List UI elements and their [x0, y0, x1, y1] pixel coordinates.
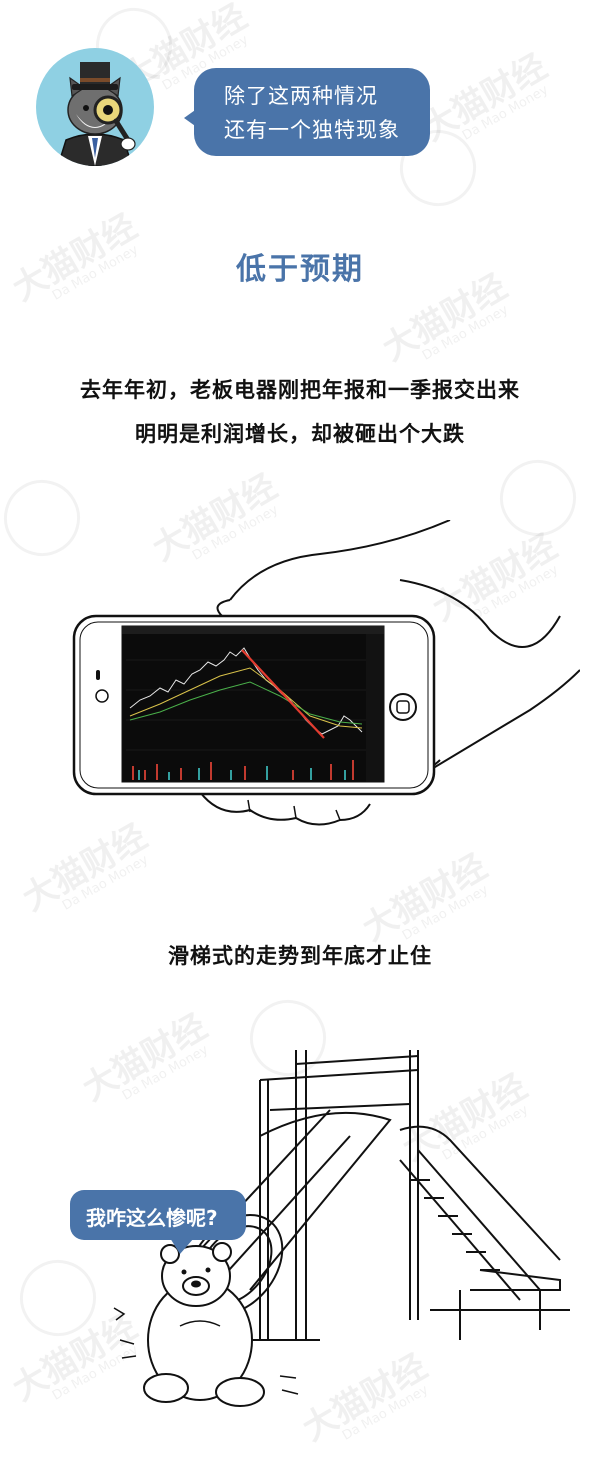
page: 大猫财经 Da Mao Money 大猫财经 Da Mao Money 大猫财经 Da…	[0, 0, 600, 1464]
watermark-ring	[6, 1246, 110, 1350]
cat-detective-avatar	[36, 48, 154, 166]
speech-bubble-top: 除了这两种情况 还有一个独特现象	[184, 68, 430, 156]
paragraph-line-1: 去年年初，老板电器刚把年报和一季报交出来	[80, 378, 520, 402]
section-title: 低于预期	[236, 252, 364, 287]
cat-detective-icon	[57, 62, 136, 166]
bubble-tail	[170, 1238, 194, 1254]
speech-line-1: 除了这两种情况	[224, 84, 378, 108]
paragraph-line-2: 明明是利润增长，却被砸出个大跌	[135, 422, 465, 446]
slide-caption: 滑梯式的走势到年底才止住	[168, 944, 432, 968]
hand-holding-phone-illustration	[72, 520, 580, 826]
watermark: 大猫财经 Da Mao Money	[415, 46, 554, 150]
speech-bubble-bear: 我咋这么惨呢?	[70, 1190, 246, 1254]
bear-speech-text: 我咋这么惨呢?	[86, 1206, 218, 1230]
speech-line-2: 还有一个独特现象	[224, 118, 400, 142]
bubble-tail	[184, 108, 198, 128]
